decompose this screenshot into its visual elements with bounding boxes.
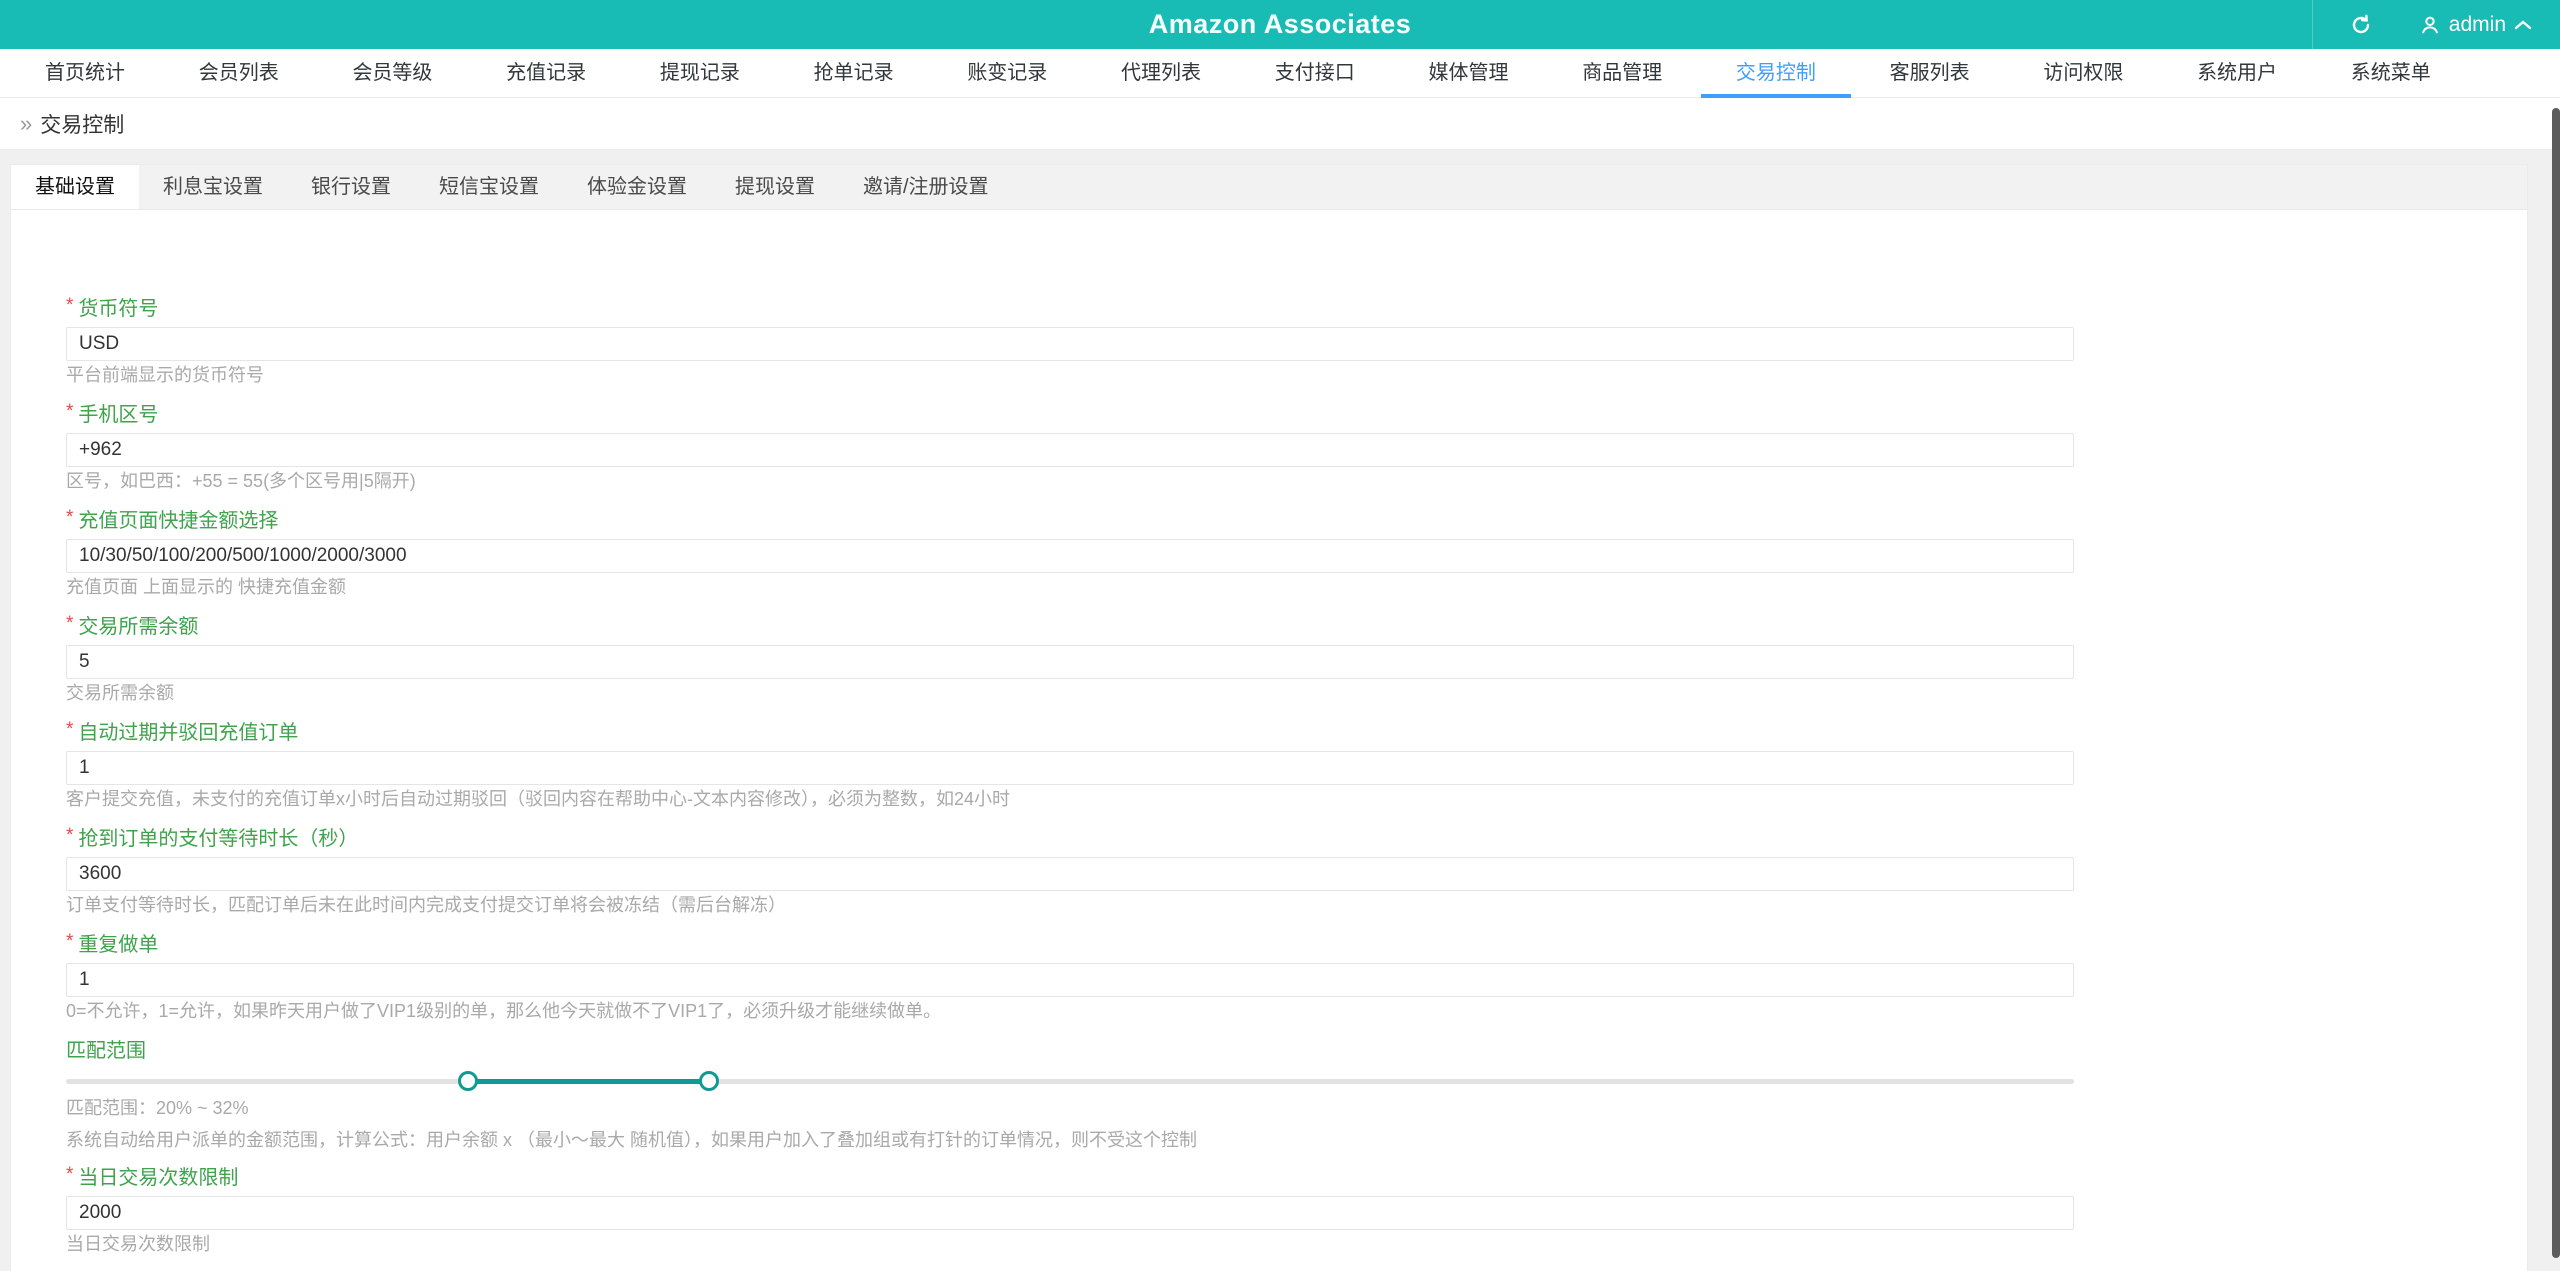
field-group-phone-area-code: *手机区号 区号，如巴西：+55 = 55(多个区号用|5隔开) xyxy=(66,401,2527,491)
user-icon xyxy=(2419,14,2441,36)
settings-form: *货币符号 平台前端显示的货币符号 *手机区号 区号，如巴西：+55 = 55(… xyxy=(11,210,2527,1271)
quick-amounts-input[interactable] xyxy=(66,539,2074,573)
field-help: 区号，如巴西：+55 = 55(多个区号用|5隔开) xyxy=(66,471,416,491)
required-asterisk: * xyxy=(66,613,74,634)
field-group-quick-amounts: *充值页面快捷金额选择 充值页面 上面显示的 快捷充值金额 xyxy=(66,507,2527,597)
required-asterisk: * xyxy=(66,507,74,528)
currency-symbol-input[interactable] xyxy=(66,327,2074,361)
user-name: admin xyxy=(2448,12,2506,36)
field-help: 充值页面 上面显示的 快捷充值金额 xyxy=(66,577,347,597)
field-group-daily-trade-limit: *当日交易次数限制 当日交易次数限制 xyxy=(66,1164,2527,1254)
topbar-divider xyxy=(2311,0,2313,49)
tab-sms-settings[interactable]: 短信宝设置 xyxy=(415,165,563,209)
field-label: * 手机区号 xyxy=(66,401,159,426)
required-asterisk: * xyxy=(66,1164,74,1185)
field-group-required-balance: *交易所需余额 交易所需余额 xyxy=(66,613,2527,703)
field-label: * 抢到订单的支付等待时长（秒） xyxy=(66,825,359,850)
tab-trial-fund-settings[interactable]: 体验金设置 xyxy=(563,165,711,209)
slider-help-formula: 系统自动给用户派单的金额范围，计算公式：用户余额 x （最小～最大 随机值），如… xyxy=(66,1130,1197,1150)
tab-interest-settings[interactable]: 利息宝设置 xyxy=(139,165,287,209)
menu-item-agent-list[interactable]: 代理列表 xyxy=(1121,49,1201,98)
user-menu[interactable]: admin xyxy=(2391,0,2560,49)
scrollbar-thumb[interactable] xyxy=(2552,108,2560,1258)
field-label: * 交易所需余额 xyxy=(66,613,199,638)
daily-trade-limit-input[interactable] xyxy=(66,1196,2074,1230)
field-help: 交易所需余额 xyxy=(66,683,174,703)
field-help: 0=不允许，1=允许，如果昨天用户做了VIP1级别的单，那么他今天就做不了VIP… xyxy=(66,1001,942,1021)
field-group-payment-wait-seconds: *抢到订单的支付等待时长（秒） 订单支付等待时长，匹配订单后未在此时间内完成支付… xyxy=(66,825,2527,915)
tabs-bar: 基础设置 利息宝设置 银行设置 短信宝设置 体验金设置 提现设置 邀请/注册设置 xyxy=(11,165,2527,210)
menu-item-payment-api[interactable]: 支付接口 xyxy=(1275,49,1355,98)
payment-wait-seconds-input[interactable] xyxy=(66,857,2074,891)
menu-item-balance-log[interactable]: 账变记录 xyxy=(967,49,1047,98)
menu-item-trade-control[interactable]: 交易控制 xyxy=(1736,49,1816,98)
page-body: 基础设置 利息宝设置 银行设置 短信宝设置 体验金设置 提现设置 邀请/注册设置… xyxy=(0,150,2560,1271)
tab-invite-register-settings[interactable]: 邀请/注册设置 xyxy=(839,165,1013,209)
field-label: * 重复做单 xyxy=(66,931,159,956)
required-asterisk: * xyxy=(66,295,74,316)
menu-item-recharge-log[interactable]: 充值记录 xyxy=(506,49,586,98)
menu-item-withdraw-log[interactable]: 提现记录 xyxy=(660,49,740,98)
field-group-match-range: 匹配范围 匹配范围：20% ~ 32% 系统自动给用户派单的金额范围，计算公式：… xyxy=(66,1040,2527,1150)
field-group-repeat-orders: *重复做单 0=不允许，1=允许，如果昨天用户做了VIP1级别的单，那么他今天就… xyxy=(66,931,2527,1021)
menu-item-member-level[interactable]: 会员等级 xyxy=(352,49,432,98)
field-help: 客户提交充值，未支付的充值订单x小时后自动过期驳回（驳回内容在帮助中心-文本内容… xyxy=(66,789,1011,809)
required-balance-input[interactable] xyxy=(66,645,2074,679)
slider-track[interactable] xyxy=(66,1079,2074,1084)
menu-item-member-list[interactable]: 会员列表 xyxy=(199,49,279,98)
repeat-orders-input[interactable] xyxy=(66,963,2074,997)
menu-item-media-admin[interactable]: 媒体管理 xyxy=(1428,49,1508,98)
field-group-auto-expire-orders: *自动过期并驳回充值订单 客户提交充值，未支付的充值订单x小时后自动过期驳回（驳… xyxy=(66,719,2527,809)
tab-withdraw-settings[interactable]: 提现设置 xyxy=(711,165,839,209)
slider-handle-min[interactable] xyxy=(457,1071,478,1091)
match-range-slider xyxy=(66,1068,2074,1094)
main-nav: 首页统计 会员列表 会员等级 充值记录 提现记录 抢单记录 账变记录 代理列表 … xyxy=(0,49,2560,98)
menu-item-access-rights[interactable]: 访问权限 xyxy=(2043,49,2123,98)
field-label: 匹配范围 xyxy=(66,1040,146,1062)
required-asterisk: * xyxy=(66,931,74,952)
field-help: 当日交易次数限制 xyxy=(66,1234,210,1254)
tab-basic-settings[interactable]: 基础设置 xyxy=(11,165,139,209)
field-help: 平台前端显示的货币符号 xyxy=(66,365,264,385)
required-asterisk: * xyxy=(66,719,74,740)
menu-item-product-admin[interactable]: 商品管理 xyxy=(1582,49,1662,98)
phone-area-code-input[interactable] xyxy=(66,433,2074,467)
auto-expire-orders-input[interactable] xyxy=(66,751,2074,785)
field-label: * 货币符号 xyxy=(66,295,159,320)
settings-card: 基础设置 利息宝设置 银行设置 短信宝设置 体验金设置 提现设置 邀请/注册设置… xyxy=(10,164,2528,1271)
menu-item-system-users[interactable]: 系统用户 xyxy=(2197,49,2277,98)
field-label: * 当日交易次数限制 xyxy=(66,1164,239,1189)
slider-range-fill xyxy=(467,1079,709,1084)
menu-item-grab-order-log[interactable]: 抢单记录 xyxy=(814,49,894,98)
double-chevron-right-icon: » xyxy=(20,110,33,136)
chevron-up-icon xyxy=(2514,19,2532,31)
slider-handle-max[interactable] xyxy=(698,1071,719,1091)
breadcrumb-label: 交易控制 xyxy=(40,113,125,137)
required-asterisk: * xyxy=(66,825,74,846)
tab-bank-settings[interactable]: 银行设置 xyxy=(287,165,415,209)
field-group-currency-symbol: *货币符号 平台前端显示的货币符号 xyxy=(66,295,2527,385)
menu-item-system-menu[interactable]: 系统菜单 xyxy=(2351,49,2431,98)
field-help: 订单支付等待时长，匹配订单后未在此时间内完成支付提交订单将会被冻结（需后台解冻） xyxy=(66,895,786,915)
top-bar: Amazon Associates admin xyxy=(0,0,2560,49)
field-label: * 自动过期并驳回充值订单 xyxy=(66,719,299,744)
field-label: * 充值页面快捷金额选择 xyxy=(66,507,279,532)
app-title: Amazon Associates xyxy=(1148,9,1412,39)
slider-help-range: 匹配范围：20% ~ 32% xyxy=(66,1098,249,1118)
menu-item-home-stats[interactable]: 首页统计 xyxy=(45,49,125,98)
refresh-icon[interactable] xyxy=(2331,0,2391,49)
menu-item-service-list[interactable]: 客服列表 xyxy=(1890,49,1970,98)
required-asterisk: * xyxy=(66,401,74,422)
breadcrumb: » 交易控制 xyxy=(0,98,2560,150)
